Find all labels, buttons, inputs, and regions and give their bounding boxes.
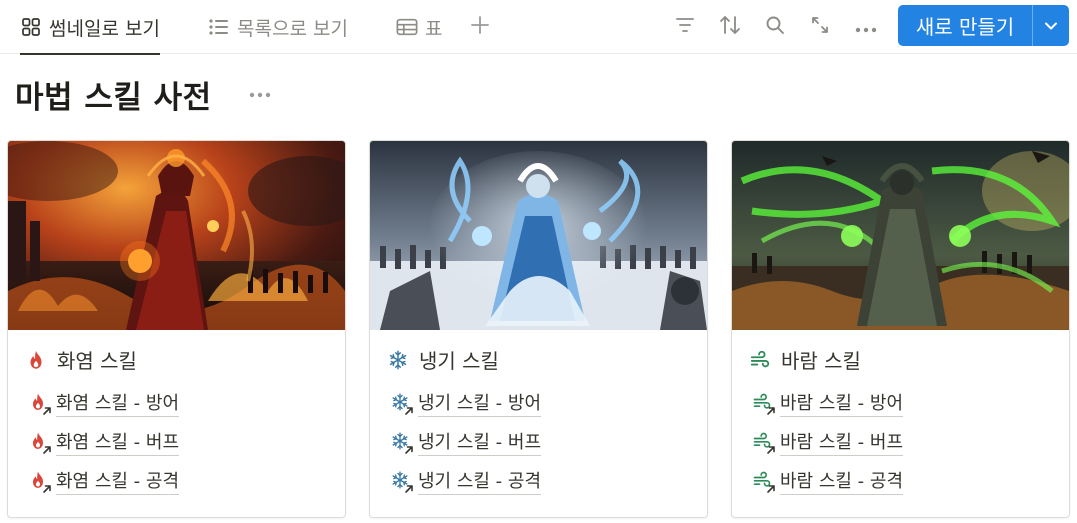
wind-link-icon (752, 470, 774, 492)
sub-page-link[interactable]: 화염 스킬 - 버프 (28, 428, 180, 456)
wind-mage-cover-image (732, 141, 1069, 330)
card-wind-skill[interactable]: 바람 스킬 바람 스킬 - 방어 바람 스킬 - 버프 바람 스킬 - 공격 (731, 140, 1070, 518)
table-icon (396, 16, 418, 38)
tab-table-view[interactable]: 표 (396, 0, 442, 54)
snowflake-link-icon (390, 392, 412, 414)
sort-icon (719, 15, 741, 39)
sub-page-link[interactable]: 냉기 스킬 - 버프 (390, 428, 542, 456)
sub-page-link-text: 화염 스킬 - 버프 (56, 428, 180, 456)
sub-page-link-text: 바람 스킬 - 버프 (780, 428, 904, 456)
sub-page-link[interactable]: 화염 스킬 - 공격 (28, 467, 180, 495)
sort-button[interactable] (716, 13, 744, 41)
new-button-label[interactable]: 새로 만들기 (898, 5, 1033, 46)
chevron-down-icon (1044, 16, 1058, 35)
tab-label: 목록으로 보기 (237, 17, 348, 40)
wind-icon (749, 349, 771, 371)
card-title[interactable]: 화염 스킬 (25, 345, 137, 374)
sub-page-link-text: 냉기 스킬 - 버프 (418, 428, 542, 456)
new-button[interactable]: 새로 만들기 (898, 5, 1069, 46)
ice-mage-cover-image (370, 141, 707, 330)
fire-link-icon (28, 470, 50, 492)
list-icon (208, 16, 230, 38)
card-title[interactable]: 바람 스킬 (749, 345, 861, 374)
sub-page-link-text: 화염 스킬 - 방어 (56, 389, 180, 417)
snowflake-link-icon (390, 470, 412, 492)
sub-page-link-text: 화염 스킬 - 공격 (56, 467, 180, 495)
new-button-dropdown[interactable] (1033, 5, 1069, 46)
tab-label: 표 (425, 17, 443, 40)
expand-button[interactable] (806, 13, 834, 41)
tab-list-view[interactable]: 목록으로 보기 (208, 0, 348, 54)
fire-icon (25, 349, 47, 371)
search-icon (765, 15, 785, 39)
sub-page-link[interactable]: 냉기 스킬 - 방어 (390, 389, 542, 417)
card-title[interactable]: 냉기 스킬 (387, 345, 499, 374)
sub-page-link-text: 바람 스킬 - 방어 (780, 389, 904, 417)
sub-page-link[interactable]: 바람 스킬 - 버프 (752, 428, 904, 456)
page-title: 마법 스킬 사전 (15, 80, 212, 116)
title-more-button[interactable] (246, 80, 274, 104)
sub-page-link[interactable]: 바람 스킬 - 공격 (752, 467, 904, 495)
fire-link-icon (28, 431, 50, 453)
fire-mage-cover-image (8, 141, 345, 330)
card-title-text: 화염 스킬 (57, 349, 137, 373)
expand-icon (810, 15, 830, 39)
sub-page-link-text: 냉기 스킬 - 방어 (418, 389, 542, 417)
sub-page-link[interactable]: 바람 스킬 - 방어 (752, 389, 904, 417)
grid-icon (20, 16, 42, 38)
card-title-text: 바람 스킬 (781, 349, 861, 373)
filter-icon (675, 16, 695, 38)
wind-link-icon (752, 431, 774, 453)
card-ice-skill[interactable]: 냉기 스킬 냉기 스킬 - 방어 냉기 스킬 - 버프 냉기 스킬 - 공격 (369, 140, 708, 518)
more-icon (855, 18, 877, 37)
plus-icon (470, 15, 490, 39)
sub-page-link-text: 바람 스킬 - 공격 (780, 467, 904, 495)
wind-link-icon (752, 392, 774, 414)
add-view-button[interactable] (466, 13, 494, 41)
sub-page-link-text: 냉기 스킬 - 공격 (418, 467, 542, 495)
snowflake-link-icon (390, 431, 412, 453)
sub-page-link[interactable]: 화염 스킬 - 방어 (28, 389, 180, 417)
sub-page-link[interactable]: 냉기 스킬 - 공격 (390, 467, 542, 495)
tab-label: 썸네일로 보기 (49, 17, 160, 40)
snowflake-icon (387, 349, 409, 371)
card-title-text: 냉기 스킬 (419, 349, 499, 373)
more-icon (249, 83, 271, 102)
view-toolbar: 썸네일로 보기 목록으로 보기 표 새로 만들기 (0, 0, 1077, 55)
card-fire-skill[interactable]: 화염 스킬 화염 스킬 - 방어 화염 스킬 - 버프 화염 스킬 - 공격 (7, 140, 346, 518)
more-options-button[interactable] (852, 13, 880, 41)
search-button[interactable] (761, 13, 789, 41)
fire-link-icon (28, 392, 50, 414)
tab-thumbnail-view[interactable]: 썸네일로 보기 (20, 0, 160, 55)
filter-button[interactable] (671, 13, 699, 41)
